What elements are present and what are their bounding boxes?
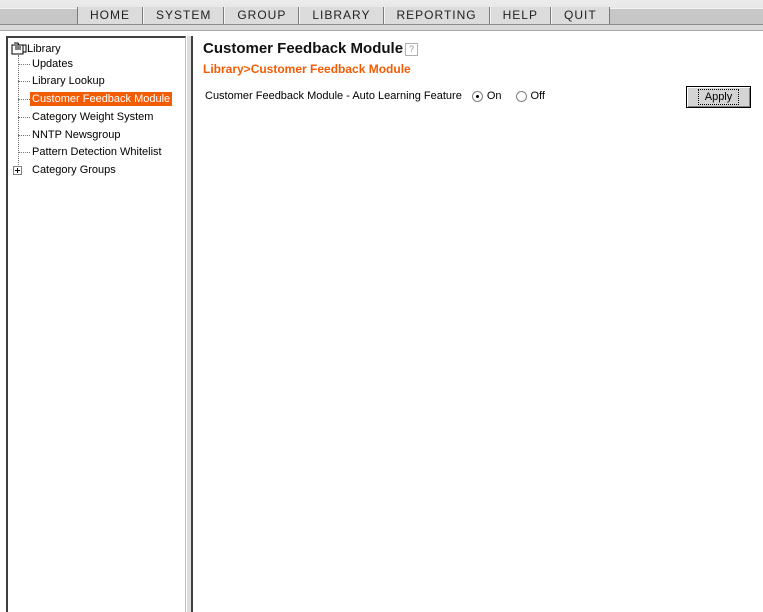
tree-branch-line <box>18 80 30 82</box>
menu-library[interactable]: LIBRARY <box>299 7 384 24</box>
radio-off-label: Off <box>530 90 545 102</box>
auto-learning-setting: Customer Feedback Module - Auto Learning… <box>205 90 545 102</box>
radio-on[interactable] <box>471 90 483 102</box>
tree-item-label: Pattern Detection Whitelist <box>32 146 162 158</box>
radio-on-label: On <box>486 90 502 102</box>
tree-root[interactable]: Library <box>11 42 61 55</box>
top-menu-bar: HOME SYSTEM GROUP LIBRARY REPORTING HELP… <box>0 0 763 31</box>
tree-item-label: Customer Feedback Module <box>30 92 173 106</box>
tree-branch-line <box>18 116 30 118</box>
tree-branch-line <box>18 134 30 136</box>
menu-reporting[interactable]: REPORTING <box>383 7 490 24</box>
apply-button-label: Apply <box>697 89 740 105</box>
folder-icon <box>11 42 27 55</box>
tree-branch-line <box>18 98 30 100</box>
tree-root-label: Library <box>27 42 61 55</box>
help-icon[interactable]: ? <box>405 42 419 56</box>
tree-item-label: Updates <box>32 58 73 70</box>
apply-button[interactable]: Apply <box>686 86 751 108</box>
tree-item-category-groups[interactable]: Category Groups <box>18 162 118 178</box>
tree-branch-line <box>18 151 30 153</box>
menu-group[interactable]: GROUP <box>224 7 300 24</box>
tree-item-label: Category Weight System <box>32 111 154 123</box>
tree-item-label: NNTP Newsgroup <box>32 129 121 141</box>
menu-help[interactable]: HELP <box>489 7 551 24</box>
tree-item-pattern-detection-whitelist[interactable]: Pattern Detection Whitelist <box>18 144 164 160</box>
menu-quit[interactable]: QUIT <box>550 7 610 24</box>
radio-off[interactable] <box>515 90 527 102</box>
tree-item-category-weight-system[interactable]: Category Weight System <box>18 109 155 125</box>
breadcrumb: Library>Customer Feedback Module <box>203 62 411 76</box>
tree-branch-line <box>18 63 30 65</box>
tree-item-nntp-newsgroup[interactable]: NNTP Newsgroup <box>18 127 122 143</box>
tree-item-label: Library Lookup <box>32 75 105 87</box>
setting-label: Customer Feedback Module - Auto Learning… <box>205 90 462 102</box>
menu-home[interactable]: HOME <box>77 7 143 24</box>
page-title: Customer Feedback Module? <box>203 40 419 57</box>
menu-system[interactable]: SYSTEM <box>143 7 225 24</box>
menu-items: HOME SYSTEM GROUP LIBRARY REPORTING HELP… <box>77 7 610 24</box>
tree-item-customer-feedback-module[interactable]: Customer Feedback Module <box>18 91 173 107</box>
tree-item-label: Category Groups <box>32 164 116 176</box>
tree-item-library-lookup[interactable]: Library Lookup <box>18 73 107 89</box>
tree-item-updates[interactable]: Updates <box>18 56 75 72</box>
main-content: Customer Feedback Module? Library>Custom… <box>193 36 763 612</box>
page-title-text: Customer Feedback Module <box>203 40 404 57</box>
library-tree-panel: Library Updates Library Lookup Customer … <box>6 36 186 612</box>
